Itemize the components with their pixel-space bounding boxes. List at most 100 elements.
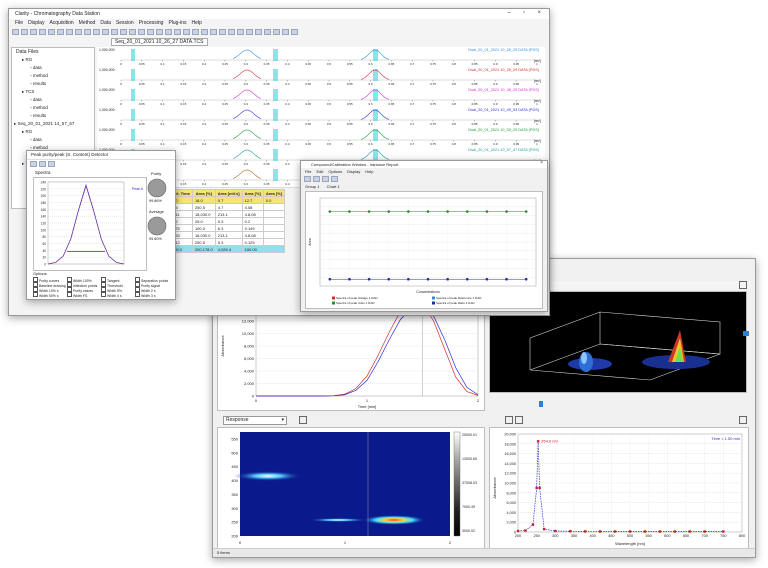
- table-row[interactable]: 0.225.00.30.2: [169, 217, 286, 225]
- toolbar-button[interactable]: [165, 29, 172, 35]
- toolbar-button[interactable]: [156, 29, 163, 35]
- maximize-icon[interactable]: ▫: [523, 10, 525, 16]
- toolbar-button[interactable]: [84, 29, 91, 35]
- toolbar-button[interactable]: [183, 29, 190, 35]
- tab-chart-1[interactable]: Chart 1: [327, 184, 340, 189]
- menu-item[interactable]: Edit: [316, 169, 323, 174]
- tree-item[interactable]: ▫ data: [14, 64, 74, 72]
- sequence-path[interactable]: Seq_20_01_2021 10_26_27 DATA.TCS: [111, 38, 208, 46]
- tree-item[interactable]: ▫ method: [14, 72, 74, 80]
- wavelength-slider-thumb[interactable]: [539, 401, 543, 407]
- data-point: [524, 277, 528, 281]
- toolbar-button[interactable]: [246, 29, 253, 35]
- response-select[interactable]: Response ▾: [223, 416, 287, 425]
- tree-item[interactable]: ▫ results: [14, 112, 74, 120]
- table-row[interactable]: 0.75100.06.30.149: [169, 224, 286, 232]
- tree-item[interactable]: ▸ RG: [14, 56, 74, 64]
- tree-item[interactable]: ▫ results: [14, 80, 74, 88]
- toolbar-button[interactable]: [282, 29, 289, 35]
- graph-tool-3-icon[interactable]: [322, 176, 329, 182]
- menu-item[interactable]: Method: [79, 20, 96, 26]
- toolbar-button[interactable]: [192, 29, 199, 35]
- option-checkbox[interactable]: Width FS: [67, 292, 87, 298]
- y-tick-label: 300: [231, 506, 238, 511]
- play-icon[interactable]: [30, 161, 37, 167]
- toolbar-button[interactable]: [264, 29, 271, 35]
- toolbar-button[interactable]: [273, 29, 280, 35]
- toolbar-button[interactable]: [75, 29, 82, 35]
- tree-item[interactable]: ▸ TCS: [14, 88, 74, 96]
- toolbar-button[interactable]: [210, 29, 217, 35]
- menu-item[interactable]: File: [15, 20, 23, 26]
- menu-item[interactable]: Display: [347, 169, 360, 174]
- toolbar-button[interactable]: [219, 29, 226, 35]
- tree-item[interactable]: ▫ data: [14, 96, 74, 104]
- back-icon[interactable]: [39, 161, 46, 167]
- menu-item[interactable]: Acquisition: [49, 20, 73, 26]
- toolbar-button[interactable]: [174, 29, 181, 35]
- table-row[interactable]: 0.5318,030.0213.14.8.08: [169, 231, 286, 239]
- maximize-icon[interactable]: [739, 416, 747, 424]
- toolbar-button[interactable]: [237, 29, 244, 35]
- graph-tool-2-icon[interactable]: [313, 176, 320, 182]
- toolbar-button[interactable]: [291, 29, 298, 35]
- toolbar-button[interactable]: [120, 29, 127, 35]
- forward-icon[interactable]: [48, 161, 55, 167]
- toolbar-button[interactable]: [93, 29, 100, 35]
- toolbar-button[interactable]: [48, 29, 55, 35]
- tree-item[interactable]: ▸ Seq_20_01_2021 14_57_67: [14, 120, 74, 128]
- toolbar-button[interactable]: [111, 29, 118, 35]
- toolbar-button[interactable]: [255, 29, 262, 35]
- graph-tool-1-icon[interactable]: [304, 176, 311, 182]
- side-slider-thumb[interactable]: [743, 331, 749, 336]
- toolbar-button[interactable]: [12, 29, 19, 35]
- table-row[interactable]: 0.5250.54.74.08: [169, 203, 286, 211]
- table-row[interactable]: 0.1118,030.0213.14.8.08: [169, 210, 286, 218]
- menu-item[interactable]: Options: [328, 169, 342, 174]
- close-icon[interactable]: ×: [540, 161, 543, 166]
- toolbar-button[interactable]: [147, 29, 154, 35]
- chevron-down-icon: ▾: [281, 417, 284, 423]
- menu-item[interactable]: Data: [100, 20, 111, 26]
- option-checkbox[interactable]: Width 3 s: [135, 292, 156, 298]
- tree-item[interactable]: ▫ data: [14, 136, 74, 144]
- table-row[interactable]: 0.12250.55.30.125: [169, 238, 286, 246]
- toolbar-button[interactable]: [201, 29, 208, 35]
- toolbar-button[interactable]: [228, 29, 235, 35]
- minimize-icon[interactable]: –: [508, 10, 511, 16]
- toolbar-button[interactable]: [102, 29, 109, 35]
- tree-item[interactable]: ▫ method: [14, 104, 74, 112]
- table-cell: 6.3: [214, 224, 243, 232]
- close-icon[interactable]: ×: [537, 10, 541, 16]
- data-point: [531, 523, 535, 526]
- menu-item[interactable]: Help: [192, 20, 202, 26]
- option-checkbox[interactable]: Width 50% s: [33, 292, 59, 298]
- toolbar-button[interactable]: [39, 29, 46, 35]
- graph-tool-4-icon[interactable]: [331, 176, 338, 182]
- toolbar-button[interactable]: [21, 29, 28, 35]
- menu-item[interactable]: Plug-ins: [168, 20, 186, 26]
- menu-item[interactable]: File: [305, 169, 311, 174]
- tree-item[interactable]: ▸ RG: [14, 128, 74, 136]
- toolbar-button[interactable]: [66, 29, 73, 35]
- data-point: [426, 277, 430, 281]
- tab-group-1[interactable]: Group 1: [305, 184, 319, 189]
- spectrum-toolbar-icon[interactable]: [515, 416, 523, 424]
- toolbar-button[interactable]: [129, 29, 136, 35]
- print-icon[interactable]: [505, 416, 513, 424]
- menu-item[interactable]: Display: [28, 20, 44, 26]
- legend-entry: Spectra of peak Voltage 1 DAD: [336, 296, 378, 300]
- maximize-icon[interactable]: [739, 281, 747, 289]
- menu-item[interactable]: Processing: [139, 20, 164, 26]
- menu-item[interactable]: Session: [116, 20, 134, 26]
- option-checkbox[interactable]: Width 4 s: [101, 292, 122, 298]
- table-row[interactable]: 0.018.00.712.70.0: [169, 196, 286, 204]
- tree-item-label: results: [32, 81, 47, 86]
- toolbar-button[interactable]: [57, 29, 64, 35]
- toolbar-button[interactable]: [30, 29, 37, 35]
- heatmap-toolbar-icon[interactable]: [299, 416, 307, 424]
- menu-item[interactable]: Help: [365, 169, 373, 174]
- toolbar-button[interactable]: [138, 29, 145, 35]
- table-cell: 25.0: [191, 217, 216, 225]
- table-cell: 4.8.08: [241, 231, 264, 239]
